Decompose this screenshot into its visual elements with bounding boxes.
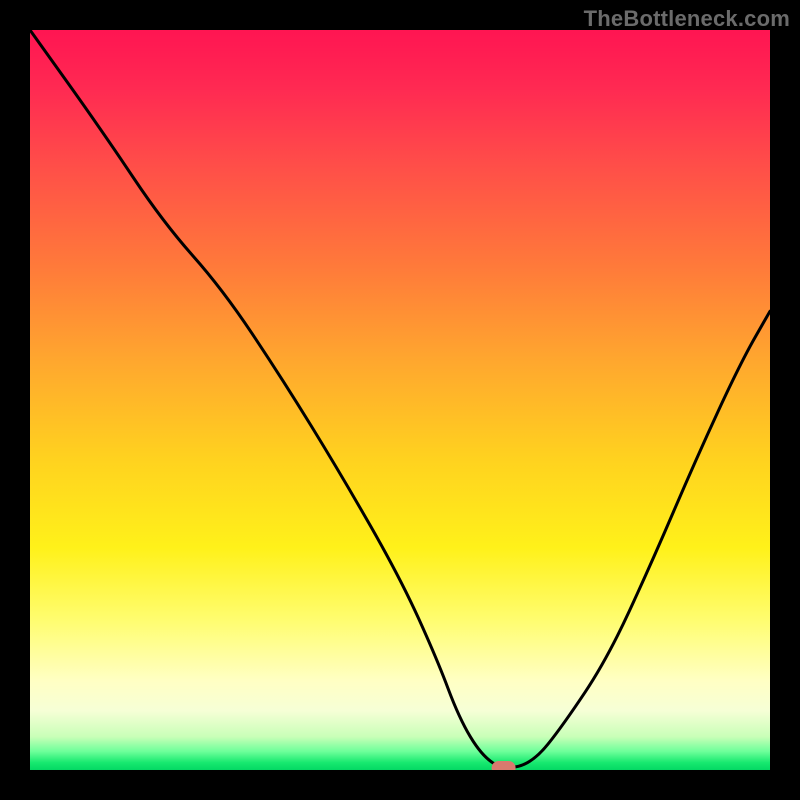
bottleneck-curve-line [30, 30, 770, 768]
bottleneck-chart: TheBottleneck.com [0, 0, 800, 800]
chart-svg [30, 30, 770, 770]
plot-area [30, 30, 770, 770]
watermark-text: TheBottleneck.com [584, 6, 790, 32]
optimal-point-marker [492, 761, 516, 770]
